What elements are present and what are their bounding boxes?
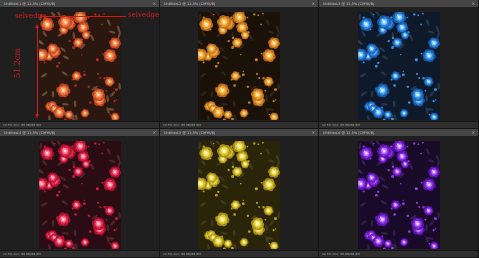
document-tab-5[interactable]: Untitled-5 @ 12.5% (CMYK/8) × (160, 129, 318, 137)
document-window-4[interactable]: Untitled-4 @ 12.5% (CMYK/8) × 12.5% Doc:… (0, 129, 160, 258)
document-title: Untitled-5 @ 12.5% (CMYK/8) (164, 130, 216, 135)
status-bar: 12.5% Doc: 68.8M/68.8M (0, 250, 159, 257)
close-icon[interactable]: × (312, 130, 315, 135)
document-tab-2[interactable]: Untitled-2 @ 12.5% (CMYK/8) × (160, 0, 318, 8)
selvedge-label-right: selvedge (128, 11, 160, 19)
close-icon[interactable]: × (312, 1, 315, 6)
floral-pattern-artwork[interactable] (357, 12, 440, 120)
floral-pattern-artwork[interactable] (38, 12, 121, 120)
status-text: 12.5% Doc: 68.8M/68.8M (322, 252, 360, 256)
document-title: Untitled-4 @ 12.5% (CMYK/8) (4, 130, 56, 135)
floral-pattern-artwork[interactable] (198, 141, 280, 249)
canvas-area[interactable] (160, 137, 318, 251)
floral-pattern-artwork[interactable] (198, 12, 280, 120)
status-text: 12.5% Doc: 68.8M/68.8M (322, 123, 360, 127)
close-icon[interactable]: × (153, 130, 156, 135)
document-window-1[interactable]: Untitled-1 @ 12.5% (CMYK/8) × 12.5% Doc:… (0, 0, 160, 129)
height-measure-line (37, 27, 38, 115)
close-icon[interactable]: × (153, 1, 156, 6)
status-text: 12.5% Doc: 68.8M/68.8M (3, 252, 41, 256)
canvas-area[interactable] (0, 8, 159, 122)
document-title: Untitled-6 @ 12.5% (CMYK/8) (323, 130, 375, 135)
document-title: Untitled-1 @ 12.5% (CMYK/8) (4, 1, 56, 6)
canvas-area[interactable] (319, 8, 478, 122)
document-tab-6[interactable]: Untitled-6 @ 12.5% (CMYK/8) × (319, 129, 478, 137)
status-bar: 12.5% Doc: 68.8M/68.8M (319, 121, 478, 128)
selvedge-width-line (42, 16, 126, 17)
status-bar: 12.5% Doc: 68.8M/68.8M (160, 250, 318, 257)
document-tab-3[interactable]: Untitled-3 @ 12.5% (CMYK/8) × (319, 0, 478, 8)
status-text: 12.5% Doc: 68.8M/68.8M (3, 123, 41, 127)
document-window-3[interactable]: Untitled-3 @ 12.5% (CMYK/8) × 12.5% Doc:… (319, 0, 479, 129)
canvas-area[interactable] (0, 137, 159, 251)
close-icon[interactable]: × (472, 1, 475, 6)
height-label: 51.2cm (13, 48, 22, 78)
document-window-6[interactable]: Untitled-6 @ 12.5% (CMYK/8) × 12.5% Doc:… (319, 129, 479, 258)
status-bar: 12.5% Doc: 68.8M/68.8M (160, 121, 318, 128)
arrow-down-icon (35, 114, 39, 118)
status-bar: 12.5% Doc: 68.8M/68.8M (0, 121, 159, 128)
document-tab-1[interactable]: Untitled-1 @ 12.5% (CMYK/8) × (0, 0, 159, 8)
document-grid: Untitled-1 @ 12.5% (CMYK/8) × 12.5% Doc:… (0, 0, 479, 258)
close-icon[interactable]: × (472, 130, 475, 135)
floral-pattern-artwork[interactable] (38, 141, 121, 249)
canvas-area[interactable] (319, 137, 478, 251)
document-window-2[interactable]: Untitled-2 @ 12.5% (CMYK/8) × 12.5% Doc:… (160, 0, 319, 129)
document-title: Untitled-3 @ 12.5% (CMYK/8) (323, 1, 375, 6)
document-window-5[interactable]: Untitled-5 @ 12.5% (CMYK/8) × 12.5% Doc:… (160, 129, 319, 258)
status-text: 12.5% Doc: 68.8M/68.8M (163, 123, 201, 127)
status-bar: 12.5% Doc: 68.8M/68.8M (319, 250, 478, 257)
arrow-up-icon (35, 24, 39, 28)
document-tab-4[interactable]: Untitled-4 @ 12.5% (CMYK/8) × (0, 129, 159, 137)
canvas-area[interactable] (160, 8, 318, 122)
floral-pattern-artwork[interactable] (357, 141, 440, 249)
status-text: 12.5% Doc: 68.8M/68.8M (163, 252, 201, 256)
document-title: Untitled-2 @ 12.5% (CMYK/8) (164, 1, 216, 6)
